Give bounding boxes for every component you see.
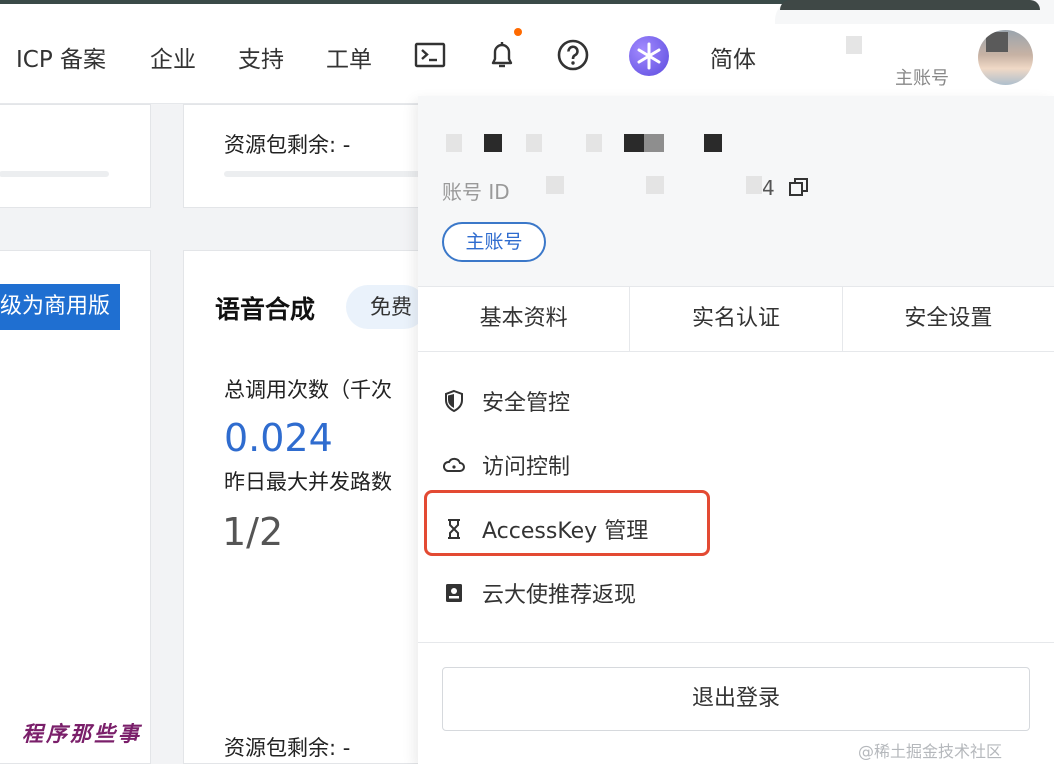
redacted-name [846,36,862,54]
card-left-top [0,104,151,208]
account-info: 账号 ID 4 主账号 [418,96,1054,286]
shield-icon [442,389,466,413]
account-tag: 主账号 [442,222,546,262]
account-id-suffix: 4 [762,176,775,200]
tab-basic-info[interactable]: 基本资料 [418,287,629,351]
menu-item-label: 安全管控 [482,391,571,416]
nav-support[interactable]: 支持 [238,40,284,74]
watermark-left: 程序那些事 [22,721,142,746]
copy-icon[interactable] [788,176,810,198]
nav-enterprise[interactable]: 企业 [150,40,196,74]
brand-logo-icon[interactable] [629,36,669,76]
bell-icon[interactable] [485,38,519,72]
resource-remaining-top: 资源包剩余: - [224,133,351,157]
notification-dot [514,28,522,36]
nav-icp[interactable]: ICP 备案 [16,40,106,74]
help-icon[interactable] [556,38,590,72]
logout-button[interactable]: 退出登录 [442,667,1030,731]
menu-item-access-control[interactable]: 访问控制 [442,445,570,485]
accesskey-highlight [424,490,710,556]
card-mid-top: 资源包剩余: - [183,104,444,208]
total-calls-label: 总调用次数（千次 [224,378,392,402]
max-concurrent-label: 昨日最大并发路数 [224,470,392,494]
account-tabs: 基本资料 实名认证 安全设置 [418,286,1054,352]
resource-remaining-bottom: 资源包剩余: - [224,736,351,760]
menu-item-label: 云大使推荐返现 [482,583,637,608]
menu-item-security-control[interactable]: 安全管控 [442,381,570,421]
avatar[interactable] [978,30,1033,85]
redacted-block [704,134,722,152]
id-card-icon [442,581,466,605]
redacted-block [646,176,664,194]
tab-real-name[interactable]: 实名认证 [629,287,841,351]
redacted-block [644,134,664,152]
cloud-icon [442,453,466,477]
account-bubble-top [780,0,1040,10]
account-type-label: 主账号 [895,68,949,89]
free-tag: 免费 [346,285,426,329]
redacted-block [586,134,602,152]
account-id-label: 账号 ID [442,180,510,204]
redacted-block [624,134,644,152]
language-switch[interactable]: 简体 [710,40,756,74]
redacted-block [484,134,502,152]
terminal-icon[interactable] [413,38,447,72]
watermark-right: @稀土掘金技术社区 [858,742,1003,761]
section-title: 语音合成 [215,295,316,324]
divider [418,642,1054,643]
redacted-block [746,176,762,194]
account-dropdown: 账号 ID 4 主账号 基本资料 实名认证 安全设置 安全管控 访问控制 Acc… [418,96,1054,764]
tab-security-settings[interactable]: 安全设置 [841,287,1054,351]
menu-item-referral[interactable]: 云大使推荐返现 [442,573,636,613]
redacted-block [546,176,564,194]
nav-ticket[interactable]: 工单 [326,40,372,74]
redacted-block [526,134,542,152]
menu-item-label: 访问控制 [482,455,571,480]
upgrade-button[interactable]: 级为商用版 [0,284,120,330]
max-concurrent-value: 1/2 [222,510,284,554]
total-calls-value: 0.024 [224,416,333,460]
redacted-block [446,134,462,152]
